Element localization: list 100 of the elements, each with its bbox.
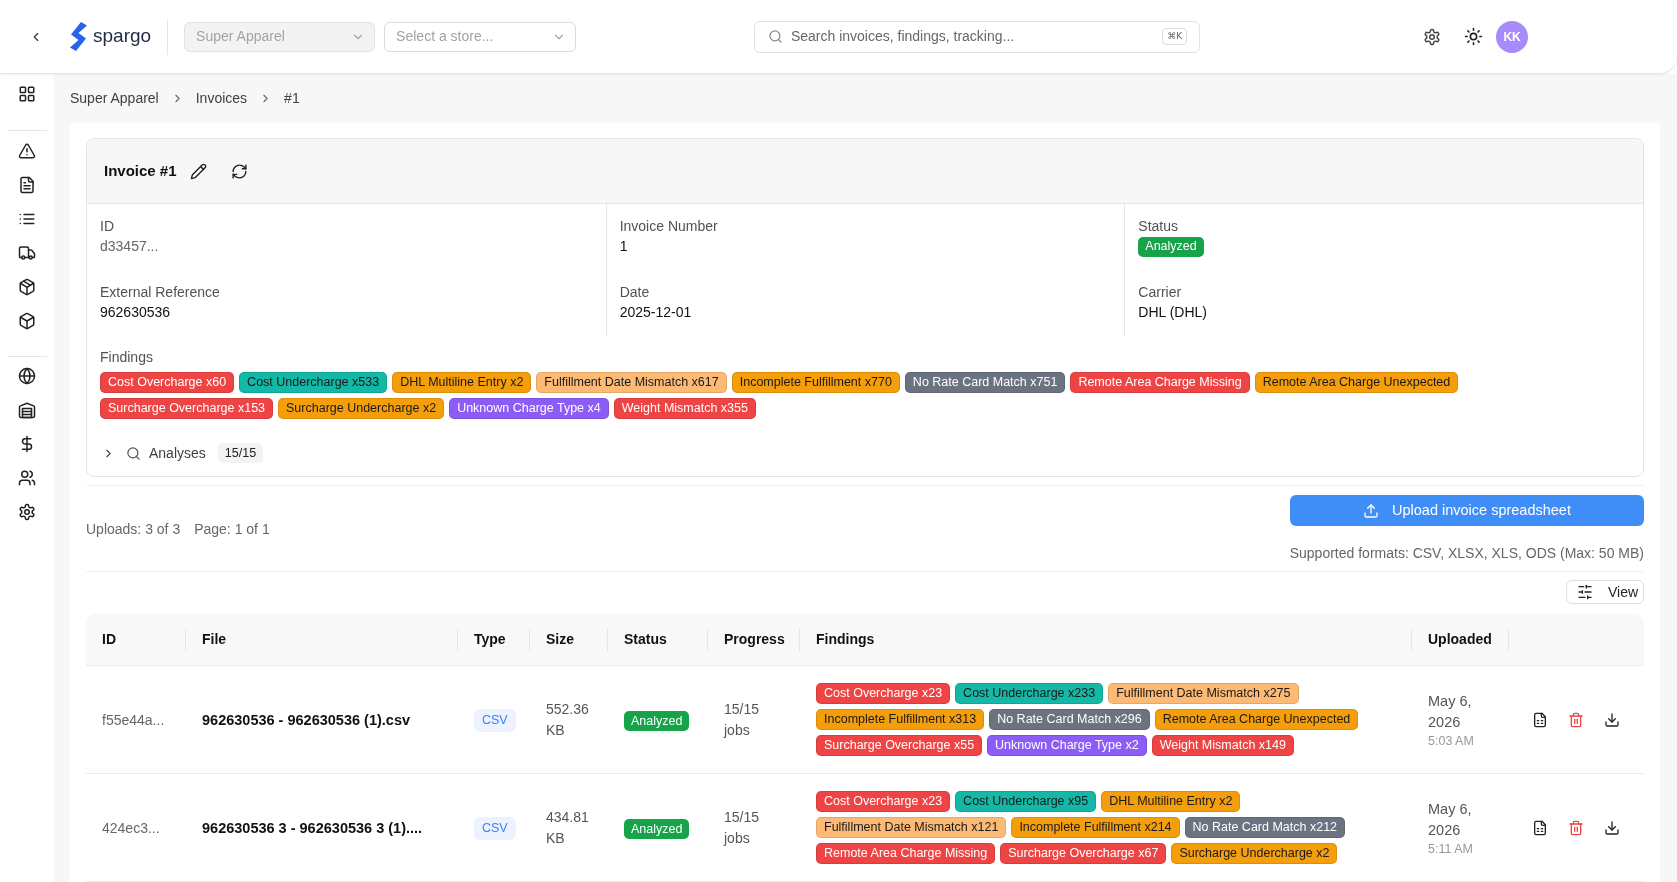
download-icon[interactable] <box>1604 819 1620 836</box>
trash-icon[interactable] <box>1568 819 1584 836</box>
finding-tag: No Rate Card Match x296 <box>989 709 1150 730</box>
field-value: 962630536 <box>100 303 172 322</box>
download-icon[interactable] <box>1604 711 1620 728</box>
field-label: Invoice Number <box>619 217 719 236</box>
finding-tag: Cost Overcharge x60 <box>100 372 235 393</box>
search-icon <box>768 29 784 44</box>
theme-toggle-button[interactable] <box>1464 27 1484 46</box>
field-label: Findings <box>100 348 154 367</box>
finding-tag: Surcharge Overcharge x67 <box>1000 843 1167 864</box>
file-name: 962630536 - 962630536 (1).csv <box>202 711 410 728</box>
field-value: DHL (DHL) <box>1138 303 1209 322</box>
column-header[interactable]: File <box>202 629 227 650</box>
spreadsheet-icon[interactable] <box>1532 819 1548 836</box>
column-header[interactable]: Type <box>474 629 506 650</box>
search-field[interactable]: Search invoices, findings, tracking... ⌘K <box>754 20 1201 53</box>
column-header[interactable]: ID <box>102 629 116 650</box>
analyses-toggle[interactable]: Analyses <box>100 441 206 465</box>
settings-button[interactable] <box>1423 27 1442 46</box>
sliders-icon <box>1577 584 1593 600</box>
upload-id: f55e44a... <box>102 711 165 728</box>
upload-date: May 6, 2026 <box>1428 691 1473 732</box>
logo-icon <box>70 22 87 51</box>
column-header[interactable]: Status <box>624 629 667 650</box>
field-value: 1 <box>619 237 629 256</box>
finding-tag: Unknown Charge Type x2 <box>987 735 1147 756</box>
field-label: Carrier <box>1138 283 1183 302</box>
finding-tag: Fulfillment Date Mismatch x617 <box>536 372 727 393</box>
formats-note: Supported formats: CSV, XLSX, XLS, ODS (Max: 50 MB) <box>1289 544 1644 563</box>
column-header[interactable]: Size <box>546 629 574 650</box>
finding-tag: Remote Area Charge Missing <box>1070 372 1250 393</box>
warning-icon[interactable] <box>18 142 36 160</box>
grid-icon[interactable] <box>18 85 36 103</box>
status-tag: Analyzed <box>624 818 690 839</box>
finding-tag: DHL Multiline Entry x2 <box>392 372 532 393</box>
gear-icon <box>1423 27 1442 46</box>
search-icon <box>126 445 141 461</box>
upload-id: 424ec3... <box>102 819 160 836</box>
finding-tag: Cost Undercharge x233 <box>955 683 1104 704</box>
finding-tag: Remote Area Charge Unexpected <box>1154 709 1359 730</box>
gear-icon[interactable] <box>18 503 36 521</box>
finding-tag: Surcharge Overcharge x153 <box>100 398 274 419</box>
finding-tag: Cost Undercharge x95 <box>955 791 1097 812</box>
field-label: Date <box>619 283 651 302</box>
status-tag: Analyzed <box>1138 236 1204 257</box>
breadcrumb-link[interactable]: Super Apparel <box>70 88 159 109</box>
document-icon[interactable] <box>18 176 36 194</box>
file-type-tag: CSV <box>474 708 516 732</box>
trash-icon[interactable] <box>1568 711 1584 728</box>
finding-tag: Unknown Charge Type x4 <box>449 398 609 419</box>
cube-icon[interactable] <box>18 312 36 330</box>
column-header[interactable]: Findings <box>816 629 875 650</box>
analyses-count: 15/15 <box>217 443 264 463</box>
breadcrumb-current: #1 <box>284 89 300 108</box>
truck-icon[interactable] <box>18 244 36 262</box>
breadcrumb-link[interactable]: Invoices <box>195 88 248 109</box>
globe-icon[interactable] <box>18 367 36 385</box>
finding-tag: No Rate Card Match x751 <box>904 372 1066 393</box>
status-tag: Analyzed <box>624 710 690 731</box>
file-size: 434.81 KB <box>546 807 590 848</box>
finding-tag: DHL Multiline Entry x2 <box>1101 791 1241 812</box>
upload-icon <box>1363 502 1379 519</box>
finding-tag: Incomplete Fulfillment x214 <box>1011 817 1180 838</box>
uploads-count: Uploads: 3 of 3 <box>86 519 181 539</box>
finding-tag: Surcharge Undercharge x2 <box>278 398 445 419</box>
finding-tag: Fulfillment Date Mismatch x275 <box>1108 683 1299 704</box>
file-name: 962630536 3 - 962630536 3 (1).... <box>202 819 423 836</box>
warehouse-icon[interactable] <box>18 401 36 419</box>
finding-tag: Incomplete Fulfillment x770 <box>731 372 900 393</box>
upload-date: May 6, 2026 <box>1428 799 1473 840</box>
field-value: 2025-12-01 <box>619 303 693 322</box>
page-indicator: Page: 1 of 1 <box>194 519 270 539</box>
file-size: 552.36 KB <box>546 699 590 740</box>
pencil-icon[interactable] <box>189 162 207 180</box>
finding-tag: Remote Area Charge Unexpected <box>1254 372 1459 393</box>
finding-tag: Surcharge Overcharge x55 <box>816 735 983 756</box>
field-label: ID <box>100 217 115 236</box>
upload-time: 5:11 AM <box>1428 840 1474 857</box>
finding-tag: Cost Overcharge x23 <box>816 791 951 812</box>
sun-icon <box>1464 27 1484 46</box>
finding-tag: Weight Mismatch x355 <box>613 398 756 419</box>
refresh-icon[interactable] <box>230 162 248 180</box>
users-icon[interactable] <box>18 469 36 487</box>
spreadsheet-icon[interactable] <box>1532 711 1548 728</box>
file-type-tag: CSV <box>474 816 516 840</box>
finding-tag: Surcharge Undercharge x2 <box>1171 843 1338 864</box>
finding-tag: Weight Mismatch x149 <box>1151 735 1294 756</box>
finding-tag: No Rate Card Match x212 <box>1184 817 1346 838</box>
upload-time: 5:03 AM <box>1428 732 1475 749</box>
finding-tag: Remote Area Charge Missing <box>816 843 996 864</box>
field-value: d33457... <box>100 237 160 256</box>
shortcut-key: ⌘K <box>1162 28 1188 45</box>
brand-name: spargo <box>93 24 152 49</box>
view-button[interactable]: View <box>1566 580 1644 604</box>
finding-tag: Cost Undercharge x533 <box>239 372 388 393</box>
finding-tag: Cost Overcharge x23 <box>816 683 951 704</box>
field-label: Status <box>1138 217 1180 236</box>
package-icon[interactable] <box>18 278 36 296</box>
invoice-title: Invoice #1 <box>104 160 177 181</box>
